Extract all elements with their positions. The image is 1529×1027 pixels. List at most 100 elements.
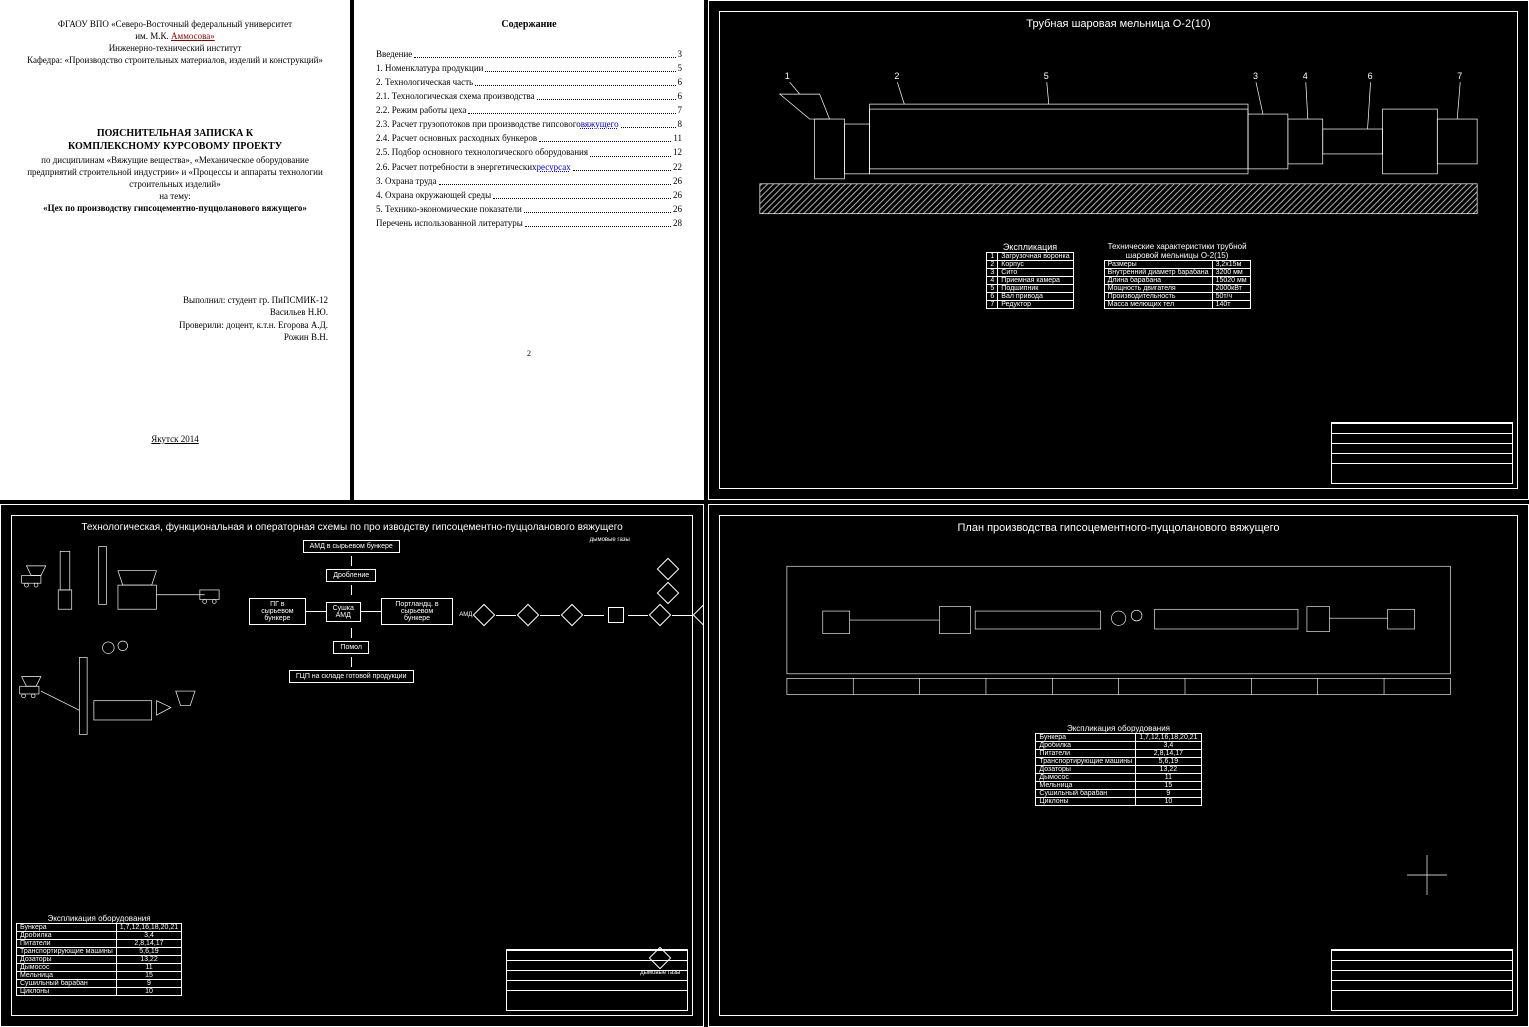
- spec-val: 15020 мм: [1212, 277, 1250, 285]
- expl-num: 7: [987, 301, 998, 309]
- toc-label: 2.6. Расчет потребности в энергетических: [376, 161, 537, 173]
- plan-title: План производства гипсоцементного-пуццол…: [720, 522, 1517, 534]
- toc-page: 5: [678, 62, 683, 74]
- toc-line: 2.3. Расчет грузопотоков при производств…: [376, 118, 682, 130]
- plan-equip-title: Экспликация оборудования: [1035, 724, 1201, 733]
- equip-key: Циклоны: [17, 988, 117, 996]
- spec-val: 3200 мм: [1212, 269, 1250, 277]
- toc-line: 3. Охрана труда26: [376, 175, 682, 187]
- toc-page: 8: [678, 118, 683, 130]
- spec-key: Размеры: [1104, 261, 1212, 269]
- equip-val: 1,7,12,16,18,20,21: [1136, 734, 1201, 742]
- city-year: Якутск 2014: [22, 433, 328, 445]
- spec-key: Внутренний диаметр барабана: [1104, 269, 1212, 277]
- svg-text:2: 2: [894, 71, 899, 81]
- toc-page: 22: [673, 161, 682, 173]
- spec-title-2: шаровой мельницы О-2(15): [1126, 251, 1229, 260]
- equip-val: 13,22: [116, 956, 181, 964]
- toc-label: 2. Технологическая часть: [376, 76, 473, 88]
- expl-name: Вал привода: [998, 293, 1073, 301]
- flow-pg-bunker: ПГ в сырьевом бункере: [249, 598, 305, 625]
- svg-text:4: 4: [1303, 71, 1308, 81]
- expl-num: 3: [987, 269, 998, 277]
- gas-label-top: дымовые газы: [459, 537, 704, 543]
- subtitle-1: по дисциплинам «Вяжущие вещества», «Меха…: [22, 154, 328, 166]
- toc-page: 6: [678, 76, 683, 88]
- equip-key: Циклоны: [1036, 798, 1136, 806]
- equip-val: 5,6,19: [116, 948, 181, 956]
- toc-line: Введение3: [376, 48, 682, 60]
- toc-line: 4. Охрана окружающей среды26: [376, 189, 682, 201]
- flow-drying: Сушка АМД: [326, 602, 361, 622]
- toc-line: 2.2. Режим работы цеха7: [376, 104, 682, 116]
- equip-key: Транспортирующие машины: [17, 948, 117, 956]
- expl-name: Сито: [998, 269, 1073, 277]
- credit-1: Выполнил: студент гр. ПиПСМИК-12: [22, 294, 328, 306]
- equip-key: Дробилка: [17, 932, 117, 940]
- equip-key: Питатели: [17, 940, 117, 948]
- main-title-1: ПОЯСНИТЕЛЬНАЯ ЗАПИСКА К: [22, 127, 328, 141]
- equip-key: Дымосос: [17, 964, 117, 972]
- credit-4: Рожин В.Н.: [22, 331, 328, 343]
- svg-text:1: 1: [785, 71, 790, 81]
- toc-label: 1. Номенклатура продукции: [376, 62, 483, 74]
- scheme-title: Технологическая, функциональная и операт…: [12, 522, 692, 533]
- equip-key: Питатели: [1036, 750, 1136, 758]
- toc-label: 2.1. Технологическая схема производства: [376, 90, 535, 102]
- equip-key: Мельница: [1036, 782, 1136, 790]
- title-block: [1331, 949, 1513, 1011]
- title-block: [1331, 422, 1513, 484]
- title-page: ФГАОУ ВПО «Северо-Восточный федеральный …: [0, 0, 350, 500]
- expl-num: 4: [987, 277, 998, 285]
- mill-drawing: 1 2 5 3 4 6 7: [720, 34, 1517, 234]
- toc-link[interactable]: ресурсах: [537, 161, 571, 173]
- equip-key: Сушильный барабан: [1036, 790, 1136, 798]
- toc-link[interactable]: вяжущего: [581, 118, 619, 130]
- toc-line: 5. Технико-экономические показатели 26: [376, 203, 682, 215]
- toc-page: 26: [673, 203, 682, 215]
- spec-key: Производительность: [1104, 293, 1212, 301]
- toc-page: 6: [678, 90, 683, 102]
- flow-storage: ГЦП на складе готовой продукции: [289, 670, 414, 683]
- svg-text:7: 7: [1457, 71, 1462, 81]
- operator-scheme: дымовые газы АМД ПГ: [459, 537, 704, 1006]
- equip-val: 3,4: [1136, 742, 1201, 750]
- toc-line: 1. Номенклатура продукции 5: [376, 62, 682, 74]
- functional-scheme: АМД в сырьевом бункере Дробление ПГ в сы…: [249, 537, 453, 1006]
- toc-label: Перечень использованной литературы: [376, 217, 523, 229]
- expl-num: 2: [987, 261, 998, 269]
- equip-key: Дымосос: [1036, 774, 1136, 782]
- scheme-equip-title: Экспликация оборудования: [16, 914, 182, 923]
- svg-text:6: 6: [1368, 71, 1373, 81]
- equip-val: 2,8,14,17: [1136, 750, 1201, 758]
- toc-title: Содержание: [376, 18, 682, 32]
- toc-page: Содержание Введение3 1. Номенклатура прод…: [354, 0, 704, 500]
- equip-val: 9: [1136, 790, 1201, 798]
- toc-label: 2.3. Расчет грузопотоков при производств…: [376, 118, 581, 130]
- flow-crushing: Дробление: [326, 569, 376, 582]
- expl-name: Загрузочная воронка: [998, 253, 1073, 261]
- expl-name: Корпус: [998, 261, 1073, 269]
- cad-scheme-sheet: Технологическая, функциональная и операт…: [0, 504, 704, 1027]
- expl-num: 1: [987, 253, 998, 261]
- toc-page: 26: [673, 189, 682, 201]
- subtitle-2: предприятий строительной индустрии» и «П…: [22, 166, 328, 178]
- toc-label: 3. Охрана труда: [376, 175, 437, 187]
- theme: «Цех по производству гипсоцементно-пуццо…: [22, 202, 328, 214]
- equip-val: 13,22: [1136, 766, 1201, 774]
- toc-line: 2.4. Расчет основных расходных бункеров1…: [376, 132, 682, 144]
- callout-leaders: 1 2 5 3 4 6 7: [785, 71, 1462, 129]
- spec-val: 2000кВт: [1212, 285, 1250, 293]
- equip-key: Бункера: [1036, 734, 1136, 742]
- mill-title: Трубная шаровая мельница О-2(10): [720, 18, 1517, 30]
- equip-val: 9: [116, 980, 181, 988]
- equip-val: 10: [116, 988, 181, 996]
- equip-val: 2,8,14,17: [116, 940, 181, 948]
- theme-label: на тему:: [22, 190, 328, 202]
- title-block: [506, 949, 688, 1011]
- toc-label: 5. Технико-экономические показатели: [376, 203, 522, 215]
- spec-key: Мощность двигателя: [1104, 285, 1212, 293]
- scheme-equip-table: Бункера1,7,12,16,18,20,21Дробилка3,4Пита…: [16, 923, 182, 996]
- toc-page: 11: [673, 132, 682, 144]
- spec-val: 50т/ч: [1212, 293, 1250, 301]
